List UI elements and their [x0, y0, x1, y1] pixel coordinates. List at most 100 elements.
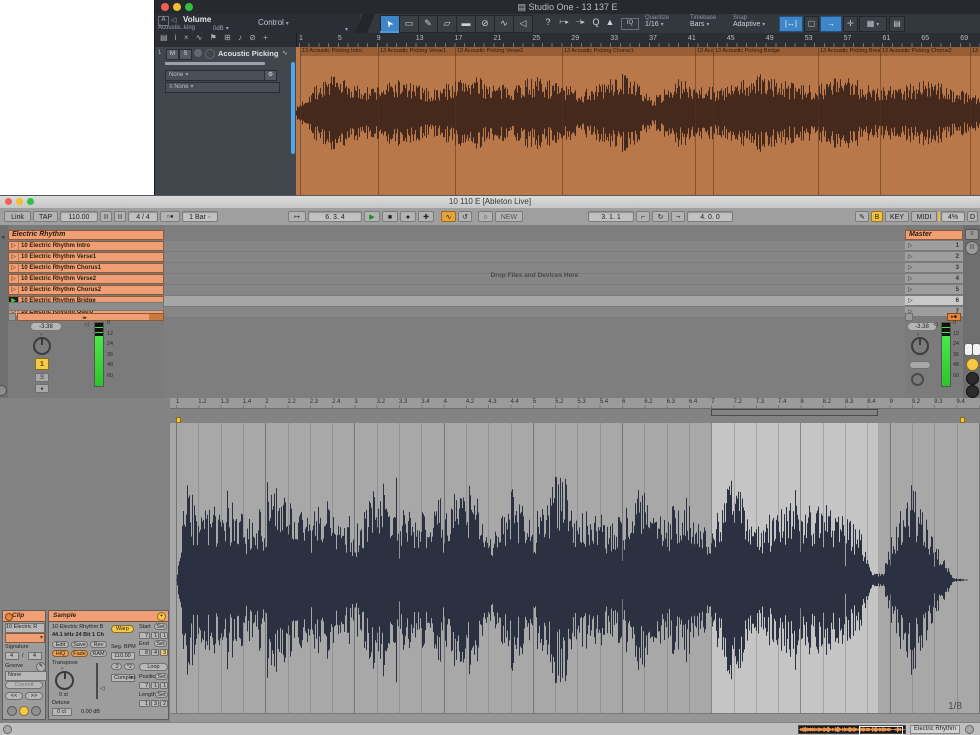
arrangement-area[interactable]: 13 Acoustic Picking Intro13 Acoustic Pic…: [296, 47, 980, 196]
clip-label[interactable]: 13 Acoustic Picking Verse1: [378, 47, 457, 56]
record-button[interactable]: ●: [400, 211, 416, 222]
waveform-editor[interactable]: [170, 423, 980, 714]
clip-label[interactable]: 13 Acoustic Picking Verse2: [455, 47, 564, 56]
input-quantize-badge[interactable]: IQ: [621, 18, 639, 30]
new-button[interactable]: NEW: [495, 211, 523, 222]
fade-button[interactable]: Fade: [71, 650, 88, 657]
nudge-back-button[interactable]: <<: [5, 692, 23, 700]
listen-tool[interactable]: ◁: [513, 15, 533, 33]
clip-play-icon[interactable]: ▷: [9, 286, 19, 294]
end-sixteenth-field[interactable]: 3: [160, 649, 168, 656]
reenable-automation-button[interactable]: ↺: [458, 211, 472, 222]
mute-button[interactable]: M: [166, 49, 179, 60]
preview-cue-knob[interactable]: ◦: [911, 373, 924, 386]
record-arm-button[interactable]: [194, 49, 202, 57]
gain-value[interactable]: 0.00 dB: [81, 709, 100, 715]
track-volume-display[interactable]: -3.38: [30, 322, 62, 331]
scene-play-icon[interactable]: ▷: [908, 286, 913, 294]
signature-numerator[interactable]: 4: [5, 652, 19, 660]
scene-play-icon[interactable]: ▷: [908, 264, 913, 272]
quantization-menu[interactable]: 1 Bar: [182, 211, 218, 222]
pan-knob[interactable]: [33, 337, 51, 355]
horizontal-scroll-strip[interactable]: [170, 713, 980, 722]
clip-play-icon[interactable]: ▷: [9, 242, 19, 250]
empty-clip-slot[interactable]: ▢: [8, 302, 164, 311]
session-grid-row[interactable]: [164, 241, 905, 252]
draw-mode-button[interactable]: ✎: [855, 211, 869, 222]
quantize-value[interactable]: 1/16: [645, 21, 669, 28]
clip-slot[interactable]: ▷10 Electric Rhythm Chorus1: [8, 263, 164, 273]
marker-flag-icon[interactable]: ⚑: [210, 33, 217, 42]
minimap-view-window[interactable]: [859, 726, 903, 735]
clip-box-toggle[interactable]: [7, 706, 17, 716]
overdub-button[interactable]: ✚: [418, 211, 434, 222]
track-header[interactable]: 1 M S Acoustic Picking ∿ None ⚙ ≡ None: [155, 47, 297, 196]
clip-label[interactable]: 13: [970, 47, 980, 56]
loop-button[interactable]: ↻: [652, 211, 669, 222]
browser-toggle-icon[interactable]: ◂: [1, 233, 5, 241]
signature-denominator[interactable]: 4: [28, 652, 42, 660]
master-pan-knob[interactable]: [911, 337, 929, 355]
scene-slot[interactable]: ▷4: [905, 274, 963, 284]
follow-playback-button[interactable]: →: [820, 16, 842, 32]
arm-button[interactable]: ●: [35, 384, 49, 393]
status-left-knob[interactable]: [3, 725, 12, 734]
range-tool[interactable]: ▭: [399, 15, 419, 33]
gain-value[interactable]: 0dB: [213, 25, 229, 32]
clip-label[interactable]: 13 Acoustic Picking Bridge: [713, 47, 820, 56]
session-grid-row[interactable]: [164, 307, 905, 318]
hot-swap-icon[interactable]: +: [157, 612, 166, 621]
follow-button[interactable]: ↦: [288, 211, 306, 222]
snap-group[interactable]: Snap Adaptive: [733, 15, 765, 28]
sample-box-toggle[interactable]: [19, 706, 29, 716]
show-mixer-toggle[interactable]: [966, 372, 979, 385]
scene-play-icon[interactable]: ▷: [908, 297, 913, 305]
save-button[interactable]: Save: [71, 641, 88, 648]
b-button[interactable]: B: [871, 211, 883, 222]
timebase-group[interactable]: Timebase Bars: [690, 15, 716, 28]
nudge-up-button[interactable]: |||: [114, 211, 126, 222]
add-track-icon[interactable]: +: [263, 33, 268, 42]
position-bar-field[interactable]: 7: [139, 682, 150, 689]
master-title[interactable]: Master: [905, 230, 963, 240]
clip-label[interactable]: 13 Acoustic Picking Chorus2: [880, 47, 972, 56]
clip-slot[interactable]: ▷10 Electric Rhythm Verse2: [8, 274, 164, 284]
nudge-down-button[interactable]: |||: [100, 211, 112, 222]
punch-in-button[interactable]: ⌐: [636, 211, 650, 222]
clip-label[interactable]: 13 Acoustic Picking Chorus1: [562, 47, 697, 56]
transpose-knob[interactable]: [55, 671, 74, 690]
start-set-button[interactable]: Set: [154, 623, 167, 630]
scene-play-icon[interactable]: ▷: [908, 242, 913, 250]
length-beat-field[interactable]: 3: [151, 700, 159, 707]
timeline-ruler[interactable]: 159131721252933374145495357616569: [296, 33, 980, 47]
automation-curve-icon[interactable]: ∿: [196, 33, 203, 42]
scene-stop-box[interactable]: [905, 313, 913, 321]
length-bar-field[interactable]: 1: [139, 700, 150, 707]
metronome-button[interactable]: ▲: [601, 15, 619, 31]
clip-name-field[interactable]: 10 Electric R: [5, 623, 45, 633]
clip-play-icon[interactable]: ▷: [9, 253, 19, 261]
gain-slider[interactable]: [96, 663, 98, 699]
snap-value[interactable]: Adaptive: [733, 21, 765, 28]
midi-map-button[interactable]: MIDI: [911, 211, 937, 222]
clip-label[interactable]: 13 Acoustic Picking Breakdo: [818, 47, 882, 56]
clip-panel-header[interactable]: Clip: [3, 611, 45, 622]
vertical-scrollbar[interactable]: [291, 62, 295, 154]
beat-time-ruler[interactable]: 11.21.31.422.22.32.433.23.33.444.24.34.4…: [170, 398, 980, 409]
grid-icon[interactable]: ⊞: [224, 33, 231, 42]
autoscroll-button[interactable]: |↔|: [779, 16, 803, 32]
clip-stop-box[interactable]: [8, 313, 16, 321]
timebase-value[interactable]: Bars: [690, 21, 716, 28]
tempo-display[interactable]: 110.00: [60, 211, 98, 222]
scene-slot[interactable]: ▷6: [905, 296, 963, 306]
marker-small-button[interactable]: ▢: [804, 16, 819, 32]
punch-out-button[interactable]: ¬: [671, 211, 685, 222]
length-set-button[interactable]: Set: [155, 691, 168, 698]
start-bar-field[interactable]: 7: [139, 632, 150, 639]
ram-button[interactable]: RAM: [90, 650, 107, 657]
bend-tool[interactable]: ∿: [494, 15, 514, 33]
position-set-button[interactable]: Set: [155, 673, 168, 680]
show-sends-toggle[interactable]: [972, 343, 980, 356]
scene-play-icon[interactable]: ▷: [908, 275, 913, 283]
nudge-forward-button[interactable]: >>: [25, 692, 43, 700]
